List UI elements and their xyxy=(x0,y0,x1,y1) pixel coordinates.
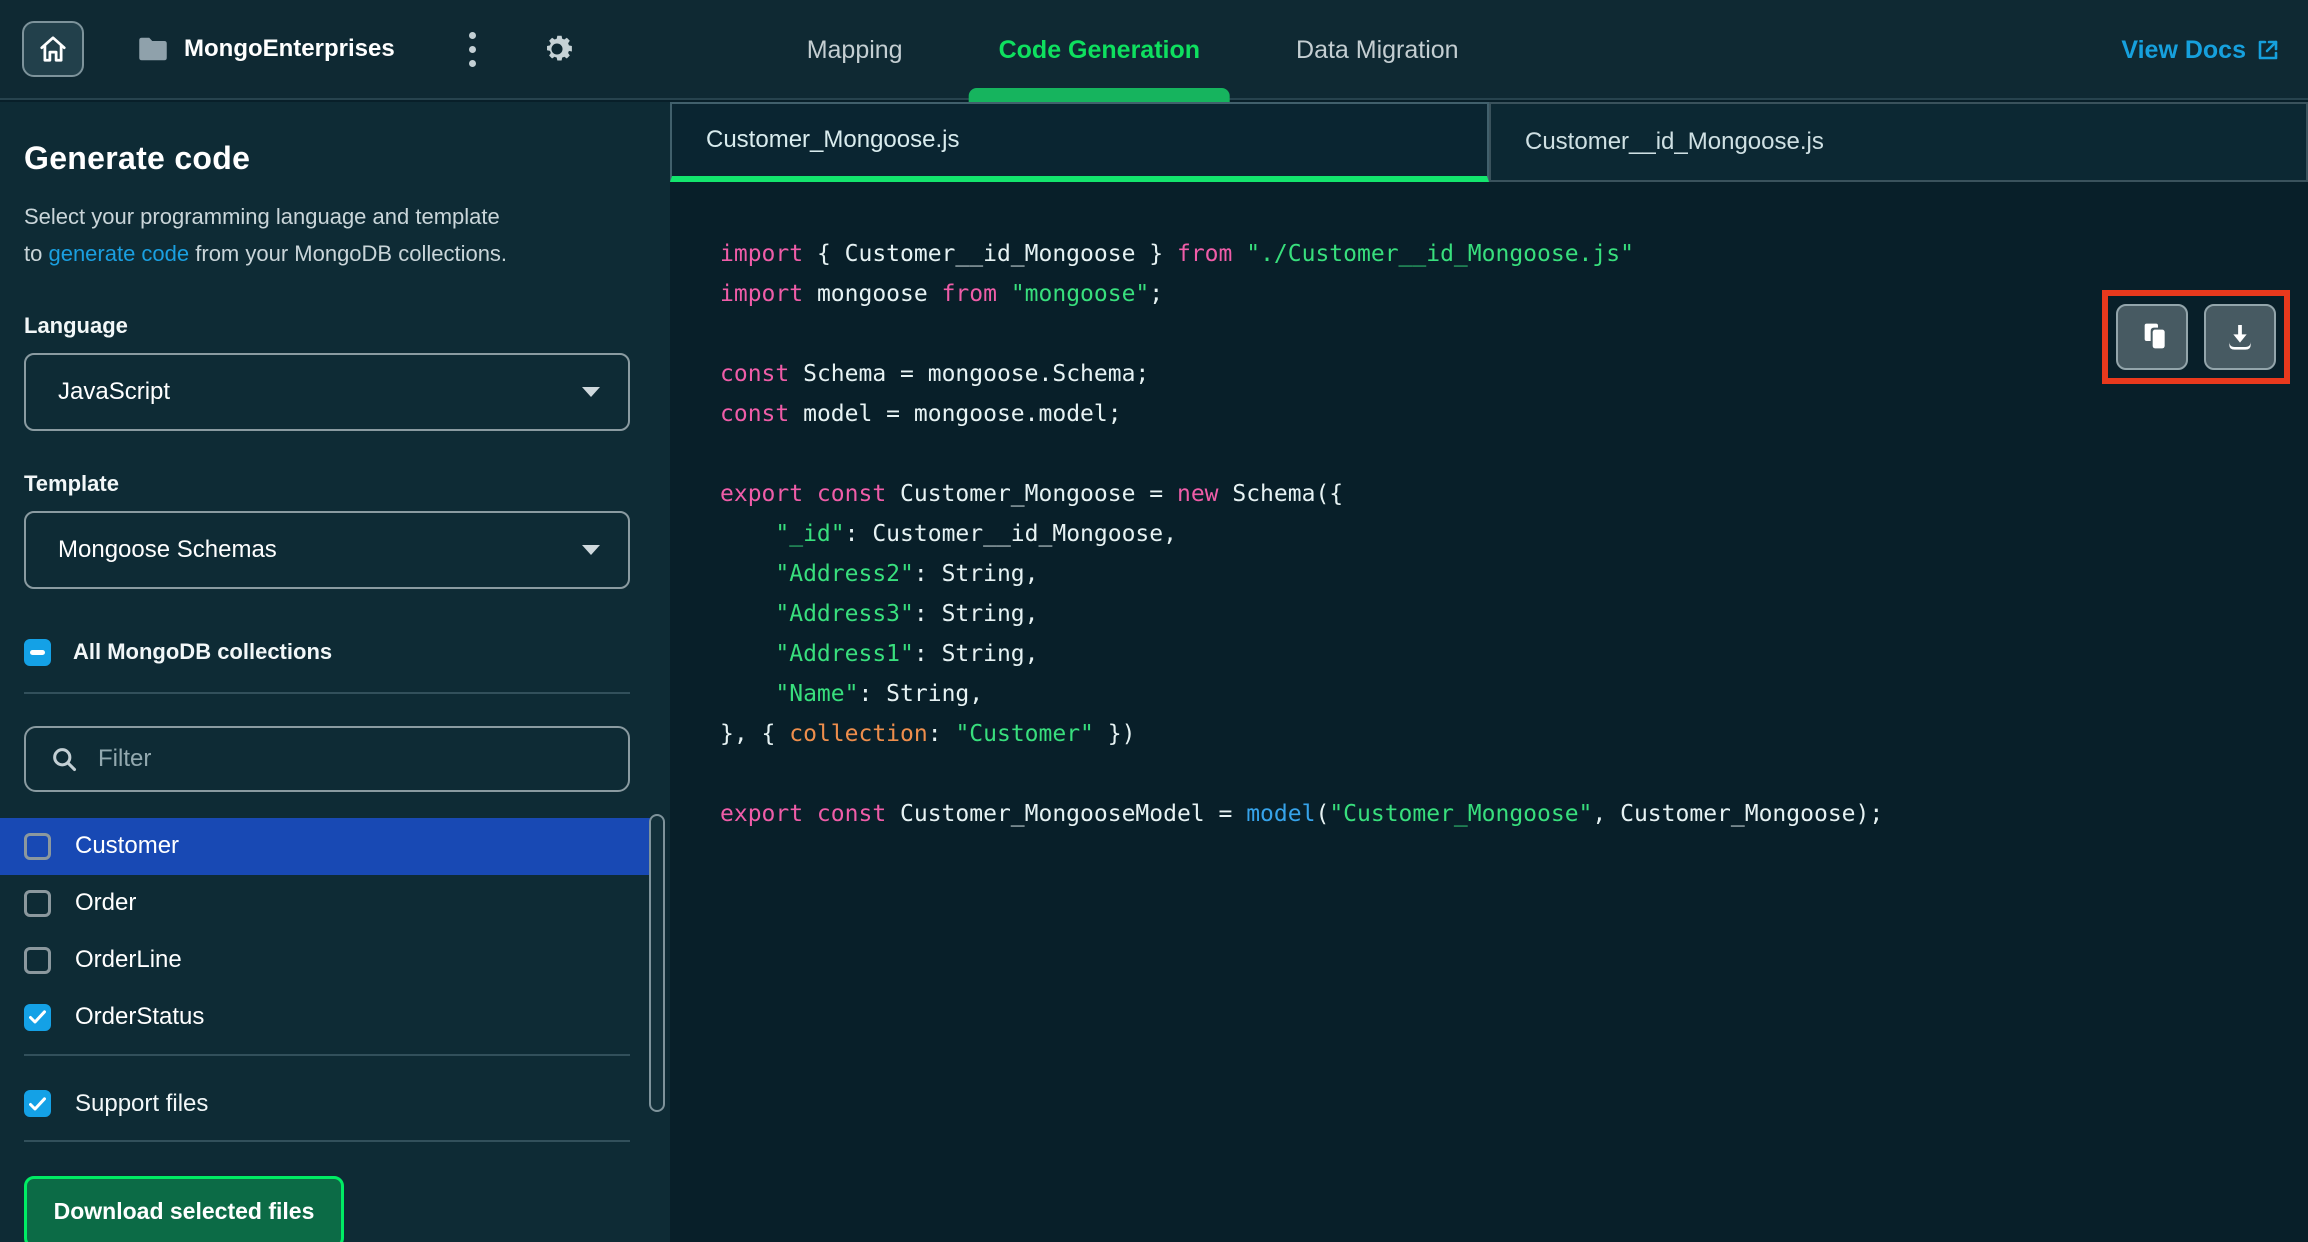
settings-button[interactable] xyxy=(538,30,576,68)
collection-row-order[interactable]: Order xyxy=(0,875,656,932)
panel-description: Select your programming language and tem… xyxy=(24,204,508,266)
collection-row-orderstatus[interactable]: OrderStatus xyxy=(0,989,656,1046)
folder-icon xyxy=(139,37,167,61)
support-files-label: Support files xyxy=(75,1089,209,1117)
all-collections-row: All MongoDB collections xyxy=(24,638,646,666)
project-breadcrumb: MongoEnterprises xyxy=(138,35,395,63)
language-label: Language xyxy=(24,312,128,338)
view-docs-link[interactable]: View Docs xyxy=(2121,0,2280,100)
support-files-checkbox[interactable] xyxy=(24,1090,51,1118)
support-files-row: Support files xyxy=(24,1076,646,1132)
code-line: "_id": Customer__id_Mongoose, xyxy=(775,521,1177,547)
collection-name: Order xyxy=(75,889,137,917)
sidebar-scrollbar[interactable] xyxy=(649,814,665,1112)
collection-row-orderline[interactable]: OrderLine xyxy=(0,932,656,989)
collection-checkbox[interactable] xyxy=(24,946,51,974)
collections-list: Customer Order OrderLine OrderStatus xyxy=(0,817,670,1046)
top-bar: MongoEnterprises Mapping Code Generation D… xyxy=(0,0,2308,102)
code-line: "Name": String, xyxy=(775,681,984,707)
check-icon xyxy=(29,1010,46,1024)
collection-name: Customer xyxy=(75,832,180,860)
project-name: MongoEnterprises xyxy=(184,35,395,62)
code-line: import { Customer__id_Mongoose } from ".… xyxy=(720,241,1634,267)
code-line: }, { collection: "Customer" }) xyxy=(720,721,1136,747)
template-label: Template xyxy=(24,470,119,496)
template-value: Mongoose Schemas xyxy=(58,535,277,563)
highlighted-actions-box xyxy=(2102,290,2290,384)
filter-input[interactable] xyxy=(98,744,578,773)
search-icon xyxy=(53,748,77,771)
collection-checkbox[interactable] xyxy=(24,889,51,917)
more-menu-button[interactable] xyxy=(461,24,484,75)
divider xyxy=(24,691,630,694)
home-icon xyxy=(40,36,66,62)
main-nav-tabs: Mapping Code Generation Data Migration xyxy=(777,0,1489,102)
code-pane: import { Customer__id_Mongoose } from ".… xyxy=(670,182,2308,834)
download-code-button[interactable] xyxy=(2204,304,2276,370)
home-button[interactable] xyxy=(22,21,84,77)
file-tab-1[interactable]: Customer__id_Mongoose.js xyxy=(1489,102,2308,182)
collection-name: OrderStatus xyxy=(75,1003,205,1031)
chevron-down-icon xyxy=(582,386,600,397)
template-select[interactable]: Mongoose Schemas xyxy=(24,510,630,589)
code-line: "Address3": String, xyxy=(775,601,1039,627)
all-collections-checkbox[interactable] xyxy=(24,638,51,666)
copy-code-button[interactable] xyxy=(2116,304,2188,370)
file-tabs: Customer_Mongoose.js Customer__id_Mongoos… xyxy=(670,102,2308,182)
code-content: import { Customer__id_Mongoose } from ".… xyxy=(720,234,2308,834)
code-line: const Schema = mongoose.Schema; xyxy=(720,361,1150,387)
panel-title: Generate code xyxy=(24,140,251,176)
chevron-down-icon xyxy=(582,544,600,555)
topbar-left-group: MongoEnterprises xyxy=(0,21,576,77)
language-select[interactable]: JavaScript xyxy=(24,352,630,431)
all-collections-label: All MongoDB collections xyxy=(73,639,333,665)
nav-tab-code-generation[interactable]: Code Generation xyxy=(968,0,1231,102)
nav-tab-data-migration[interactable]: Data Migration xyxy=(1266,0,1489,100)
nav-tab-mapping[interactable]: Mapping xyxy=(777,0,933,100)
language-value: JavaScript xyxy=(58,377,171,405)
code-line: "Address1": String, xyxy=(775,641,1039,667)
filter-box xyxy=(24,725,630,792)
code-line: const model = mongoose.model; xyxy=(720,401,1122,427)
generate-code-panel: Generate code Select your programming la… xyxy=(0,102,670,1242)
divider xyxy=(24,1053,630,1056)
view-docs-label: View Docs xyxy=(2121,35,2246,64)
code-line: "Address2": String, xyxy=(775,561,1039,587)
collection-checkbox[interactable] xyxy=(24,1003,51,1031)
indeterminate-icon xyxy=(30,649,45,655)
collection-checkbox[interactable] xyxy=(24,832,51,860)
copy-icon xyxy=(2144,323,2165,349)
gear-icon xyxy=(546,35,572,61)
external-link-icon xyxy=(2258,40,2278,60)
generate-code-link[interactable]: generate code xyxy=(48,241,189,266)
code-editor: Customer_Mongoose.js Customer__id_Mongoos… xyxy=(670,102,2308,1242)
collection-name: OrderLine xyxy=(75,946,182,974)
check-icon xyxy=(29,1097,46,1111)
code-line: export const Customer_MongooseModel = mo… xyxy=(720,801,1884,827)
file-tab-0[interactable]: Customer_Mongoose.js xyxy=(670,102,1489,182)
download-icon xyxy=(2229,325,2251,350)
code-line: export const Customer_Mongoose = new Sch… xyxy=(720,481,1344,507)
code-line: import mongoose from "mongoose"; xyxy=(720,281,1164,307)
download-selected-files-button[interactable]: Download selected files xyxy=(24,1175,344,1242)
divider xyxy=(24,1139,630,1142)
collection-row-customer[interactable]: Customer xyxy=(0,817,656,875)
